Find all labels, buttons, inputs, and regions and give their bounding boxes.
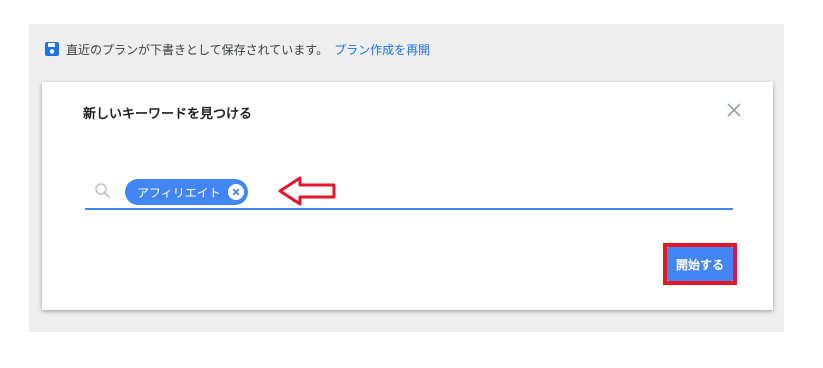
- keyword-search-field[interactable]: アフィリエイト: [85, 176, 733, 210]
- find-keywords-dialog: 新しいキーワードを見つける アフィリエイト 開始する: [42, 82, 773, 310]
- search-icon: [94, 182, 112, 200]
- resume-plan-link[interactable]: プラン作成を再開: [334, 41, 430, 58]
- close-circle-icon[interactable]: [227, 184, 244, 200]
- left-arrow-outline-icon: [278, 176, 336, 206]
- keyword-chip: アフィリエイト: [125, 179, 248, 205]
- save-icon: [44, 41, 60, 57]
- draft-notice: 直近のプランが下書きとして保存されています。 プラン作成を再開: [44, 39, 430, 59]
- start-button[interactable]: 開始する: [667, 247, 733, 281]
- close-icon[interactable]: [725, 101, 743, 119]
- keyword-chip-label: アフィリエイト: [137, 185, 221, 200]
- draft-notice-text: 直近のプランが下書きとして保存されています。: [66, 42, 329, 57]
- dialog-title: 新しいキーワードを見つける: [83, 107, 253, 122]
